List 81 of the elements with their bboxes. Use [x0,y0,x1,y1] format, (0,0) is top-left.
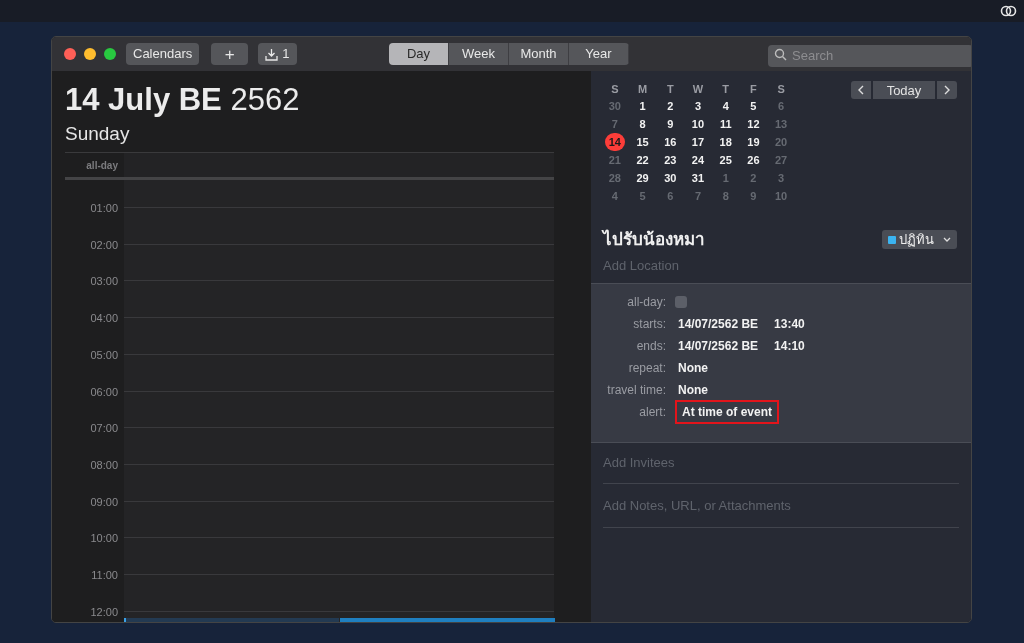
field-label: repeat: [627,360,667,377]
calendar-day[interactable]: 30 [660,169,681,187]
calendar-day[interactable]: 16 [660,133,681,151]
hour-label: 08:00 [89,457,118,473]
hour-label: 04:00 [89,311,118,327]
weekday-header: S [776,82,786,97]
view-tab[interactable]: Month [509,43,569,65]
add-button[interactable]: + [211,43,249,65]
date-value[interactable]: 14/07/2562 BE [678,315,759,333]
weekday-header: M [636,82,649,97]
hour-label: 12:00 [89,604,118,620]
hour-label: 03:00 [89,274,118,290]
calendar-day[interactable]: 14 [604,133,625,151]
time-value[interactable]: 14:10 [774,337,805,355]
calendar-day[interactable]: 22 [632,151,653,169]
weekday-header: T [721,82,731,97]
view-tab[interactable]: Week [449,43,509,65]
hour-label: 09:00 [89,494,118,510]
all-day-label: all-day [86,158,118,173]
calendars-button[interactable]: Calendars [126,43,200,65]
hour-label: 07:00 [89,421,118,437]
field-label: ends: [635,338,667,355]
all-day-checkbox[interactable] [675,296,687,308]
hour-label: 01:00 [89,201,118,216]
inbox-button[interactable]: 1 [258,43,297,65]
field-label: alert: [638,404,667,421]
hour-label: 06:00 [89,384,118,400]
hour-label: 02:00 [89,237,118,253]
hour-label: 05:00 [89,347,118,363]
download-tray-icon [265,47,279,61]
view-tab[interactable]: Year [569,43,629,65]
calendar-day[interactable]: 10 [688,115,708,133]
chevron-right-icon [944,85,950,95]
calendar-day[interactable]: 29 [632,169,653,187]
event-title[interactable]: ไปรับน้องหมา [603,227,705,253]
calendar-day[interactable]: 3 [688,97,708,115]
calendar-day[interactable]: 17 [688,133,708,151]
chevron-down-icon [943,237,951,243]
weekday-header: T [665,82,675,97]
weekday-header: F [749,82,758,97]
calendar-day[interactable]: 11 [715,115,736,133]
calendar-day[interactable]: 18 [715,133,736,151]
search-field[interactable]: Search [768,44,971,67]
calendar-day[interactable]: 12 [743,115,764,133]
calendar-day[interactable]: 15 [632,133,653,151]
calendar-day[interactable]: 4 [715,97,736,115]
next-button[interactable] [937,81,957,99]
day-title: 14 July BE 2562 [65,81,301,119]
calendar-day[interactable]: 24 [688,151,708,169]
field-label: travel time: [606,382,667,399]
field-value[interactable]: At time of event [675,400,779,424]
previous-button[interactable] [851,81,871,99]
chevron-left-icon [858,85,864,95]
weekday-header: S [610,82,620,97]
view-tab[interactable]: Day [389,43,449,65]
calendar-day[interactable]: 19 [743,133,764,151]
zoom-window-control[interactable] [104,48,116,60]
weekday-header: W [691,82,705,97]
calendar-day[interactable]: 23 [660,151,681,169]
calendar-day[interactable]: 2 [660,97,681,115]
calendar-day[interactable]: 5 [743,97,764,115]
time-value[interactable]: 13:40 [774,315,805,333]
field-value[interactable]: None [678,381,708,399]
field-label: all-day: [626,294,667,311]
calendar-popup-button[interactable]: ปฏิทิน [882,230,957,250]
date-value[interactable]: 14/07/2562 BE [678,337,759,355]
calendar-day[interactable]: 26 [743,151,764,169]
today-button[interactable]: Today [873,81,935,99]
hour-label: 11:00 [90,568,118,583]
close-window-control[interactable] [64,48,76,60]
calendar-day[interactable]: 1 [632,97,653,115]
calendar-day[interactable]: 8 [632,115,653,133]
hour-label: 10:00 [89,531,118,547]
calendar-day[interactable]: 31 [688,169,708,187]
calendar-day[interactable]: 25 [715,151,736,169]
field-label: starts: [632,316,667,333]
calendar-day[interactable]: 9 [660,115,681,133]
search-icon [774,48,787,61]
minimize-window-control[interactable] [84,48,96,60]
field-value[interactable]: None [678,359,708,377]
weekday-label: Sunday [65,122,131,146]
